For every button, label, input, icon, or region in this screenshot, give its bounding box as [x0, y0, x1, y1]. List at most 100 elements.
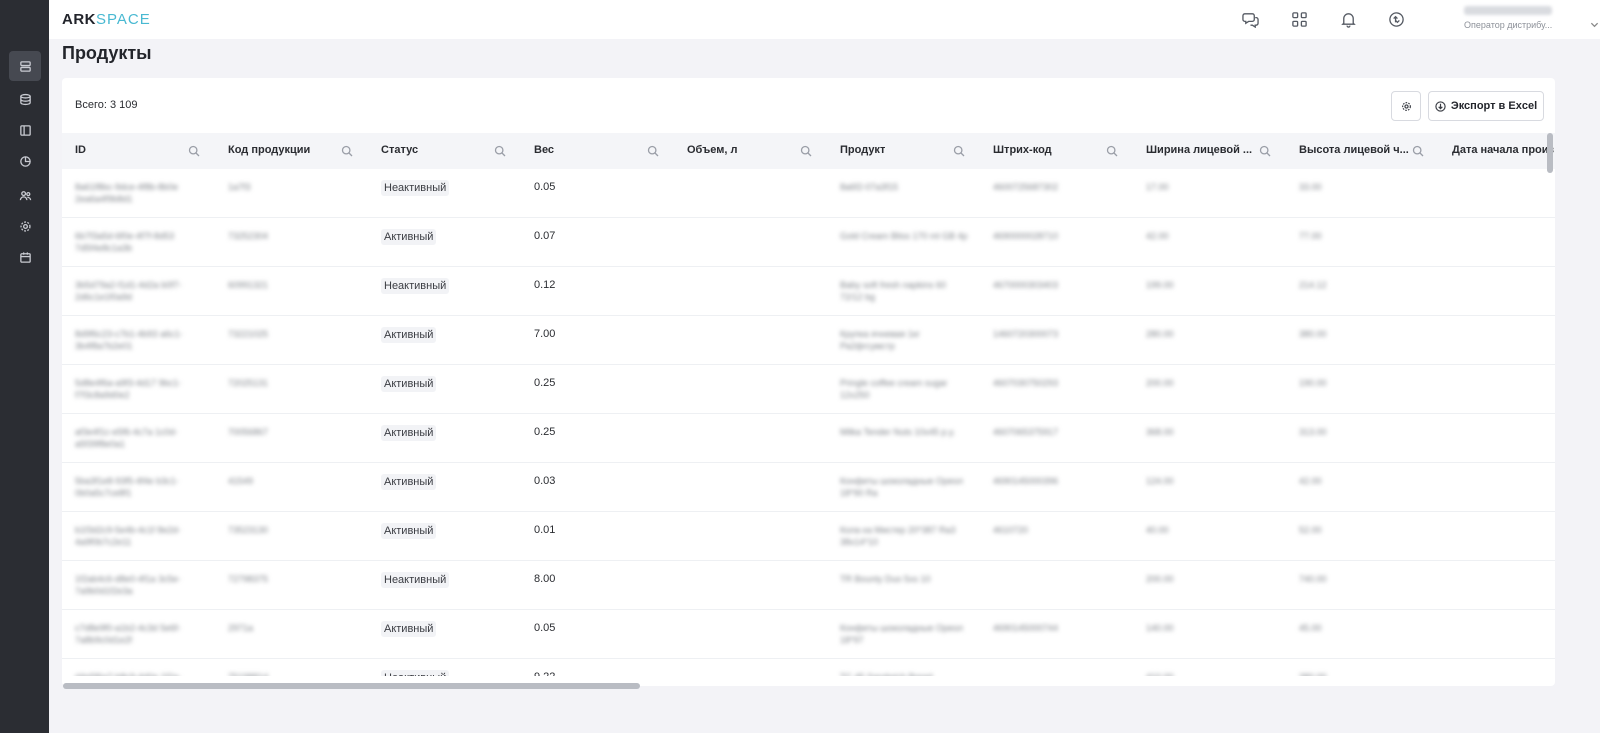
search-icon[interactable]	[800, 145, 812, 157]
cell-id: c7d8e9f0-a1b2-4c3d 5e6f-7a8b9c0d1e2f	[75, 623, 181, 645]
page-title: Продукты	[62, 43, 152, 63]
export-excel-button[interactable]: Экспорт в Excel	[1428, 91, 1544, 121]
status-badge: Активный	[381, 229, 437, 245]
user-menu[interactable]: Оператор дистрибу...	[1464, 6, 1599, 34]
table-row[interactable]: 8d9f6c23-c7b1-4b93 a6c1-3b4f8a7b2e01 7322…	[62, 316, 1555, 365]
search-icon[interactable]	[341, 145, 353, 157]
status-badge: Активный	[381, 425, 437, 441]
cell-height: 42.00	[1299, 476, 1322, 486]
column-header[interactable]: Штрих-код	[980, 133, 1133, 169]
column-header[interactable]: Вес	[521, 133, 674, 169]
status-badge: Неактивный	[381, 278, 450, 294]
search-icon[interactable]	[647, 145, 659, 157]
cell-code: 1a7f3	[228, 182, 251, 192]
cell-height: 52.00	[1299, 525, 1322, 535]
cell-id: d4e5f6a7-b8c9-4d0e 1f2a-3b4c5d6e7f80	[75, 671, 203, 676]
bell-icon[interactable]	[1338, 9, 1358, 29]
column-header-label: Продукт	[840, 144, 886, 156]
cell-height: 190.00	[1299, 378, 1327, 388]
cell-width: 199.00	[1146, 280, 1174, 290]
cell-barcode: 4690145000744	[993, 623, 1059, 633]
cell-barcode: 4610720	[993, 525, 1029, 535]
cell-barcode: 4670000303403	[993, 280, 1059, 290]
column-header-label: Объем, л	[687, 144, 738, 156]
column-header[interactable]: Ширина лицевой ...	[1133, 133, 1286, 169]
cell-width: 280.00	[1146, 329, 1174, 339]
apps-grid-icon[interactable]	[1289, 9, 1309, 29]
table-row[interactable]: b1f3d2c9-5e4b-4c1f 8e2d-4a9f0b7c2e11 7352…	[62, 512, 1555, 561]
cell-width: 40.00	[1146, 525, 1169, 535]
cell-barcode: 4690000028710	[993, 231, 1059, 241]
sync-icon[interactable]	[1386, 9, 1406, 29]
horizontal-scrollbar[interactable]	[63, 683, 640, 689]
list-icon	[19, 60, 31, 72]
table-row[interactable]: 1f2ab4c6-d8e0-4f1a 3c5e-7a9b0d1f2e3a 7279…	[62, 561, 1555, 610]
cell-height: 214.12	[1299, 280, 1327, 290]
cell-code: 73221025	[228, 329, 269, 339]
cell-weight: 0.12	[534, 279, 556, 291]
chat-icon[interactable]	[1240, 9, 1260, 29]
column-header[interactable]: Объем, л	[674, 133, 827, 169]
cell-height: 380.00	[1299, 329, 1327, 339]
search-icon[interactable]	[188, 145, 200, 157]
column-header[interactable]: Статус	[368, 133, 521, 169]
column-header[interactable]: ID	[62, 133, 215, 169]
status-badge: Активный	[381, 376, 437, 392]
search-icon[interactable]	[494, 145, 506, 157]
users-icon	[19, 190, 31, 200]
cell-id: 5d8e4f6a-a9f3-4d17 9bc1-f7f3c8a9d0e2	[75, 378, 182, 400]
cell-width: 17.00	[1146, 182, 1169, 192]
status-badge: Неактивный	[381, 670, 450, 676]
table-row[interactable]: 3b5d79a2-f1d1-4d2a b0f7-2d6c1e1f0a9d 6099…	[62, 267, 1555, 316]
search-icon[interactable]	[1106, 145, 1118, 157]
column-header[interactable]: Код продукции	[215, 133, 368, 169]
table-row[interactable]: 8a61f8bc-9dce-4f8b-8b0e 2ea6a4f9b8d1 1a7f…	[62, 169, 1555, 218]
table-row[interactable]: 5ba3f1e8-93f5-4f4e b3c1-0b0a5c7ce8f1 4154…	[62, 463, 1555, 512]
logo[interactable]: ARKSPACE	[62, 11, 151, 28]
sidebar-item-settings[interactable]	[9, 211, 41, 241]
column-header-label: Высота лицевой ч...	[1299, 144, 1409, 156]
cell-barcode: 4600725687302	[993, 182, 1059, 192]
cell-id: af3e4f1c-e5f6-4c7a 1c0d-a5f39f8e0a1	[75, 427, 178, 449]
search-icon[interactable]	[1412, 145, 1424, 157]
search-icon[interactable]	[1259, 145, 1271, 157]
column-header[interactable]: Продукт	[827, 133, 980, 169]
sidebar-item-reports[interactable]	[9, 146, 41, 176]
sidebar-item-calendar[interactable]	[9, 242, 41, 272]
column-header[interactable]: Дата начала произ	[1439, 133, 1555, 169]
search-icon[interactable]	[953, 145, 965, 157]
cell-code: 60991321	[228, 280, 269, 290]
cell-weight: 8.00	[534, 573, 556, 585]
cell-product: TR Bounty Duo 5xs 10	[840, 574, 931, 584]
status-badge: Активный	[381, 523, 437, 539]
cell-code: 72025131	[228, 378, 269, 388]
column-header[interactable]: Высота лицевой ч...	[1286, 133, 1439, 169]
cell-width: 140.00	[1146, 623, 1174, 633]
table-row[interactable]: 6b7f3a5d-6f0e-4f7f-8d53 7d5f4e8c1a3b 7325…	[62, 218, 1555, 267]
cell-product: TC 45 Sandwich Bread	[840, 671, 933, 676]
table-settings-button[interactable]	[1391, 91, 1421, 121]
cell-code: 7519881d	[228, 671, 268, 676]
table-row[interactable]: af3e4f1c-e5f6-4c7a 1c0d-a5f39f8e0a1 70056…	[62, 414, 1555, 463]
vertical-scrollbar[interactable]	[1547, 133, 1553, 173]
sidebar-item-products[interactable]	[9, 51, 41, 81]
cell-product: Кола ка Мистер 20*387 Ra3 38x14*10	[840, 525, 956, 547]
cell-weight: 0.25	[534, 377, 556, 389]
cell-product: Milka Tender Nuts 10x45 p.y.	[840, 427, 956, 437]
column-header-label: Статус	[381, 144, 419, 156]
cell-barcode: 4690145000396	[993, 476, 1059, 486]
chevron-down-icon	[1590, 16, 1599, 28]
catalog-icon	[19, 124, 31, 136]
sidebar-item-catalog[interactable]	[9, 115, 41, 145]
sidebar-item-database[interactable]	[9, 84, 41, 114]
table-row[interactable]: 5d8e4f6a-a9f3-4d17 9bc1-f7f3c8a9d0e2 7202…	[62, 365, 1555, 414]
sidebar-item-users[interactable]	[9, 180, 41, 210]
table-row[interactable]: d4e5f6a7-b8c9-4d0e 1f2a-3b4c5d6e7f80 7519…	[62, 659, 1555, 676]
cell-weight: 0.25	[534, 426, 556, 438]
gear-icon	[1401, 101, 1411, 111]
status-badge: Неактивный	[381, 180, 450, 196]
user-role: Оператор дистрибу...	[1464, 20, 1553, 30]
total-label: Всего:	[75, 99, 107, 111]
cell-weight: 9.22	[534, 671, 555, 676]
table-row[interactable]: c7d8e9f0-a1b2-4c3d 5e6f-7a8b9c0d1e2f 2971…	[62, 610, 1555, 659]
